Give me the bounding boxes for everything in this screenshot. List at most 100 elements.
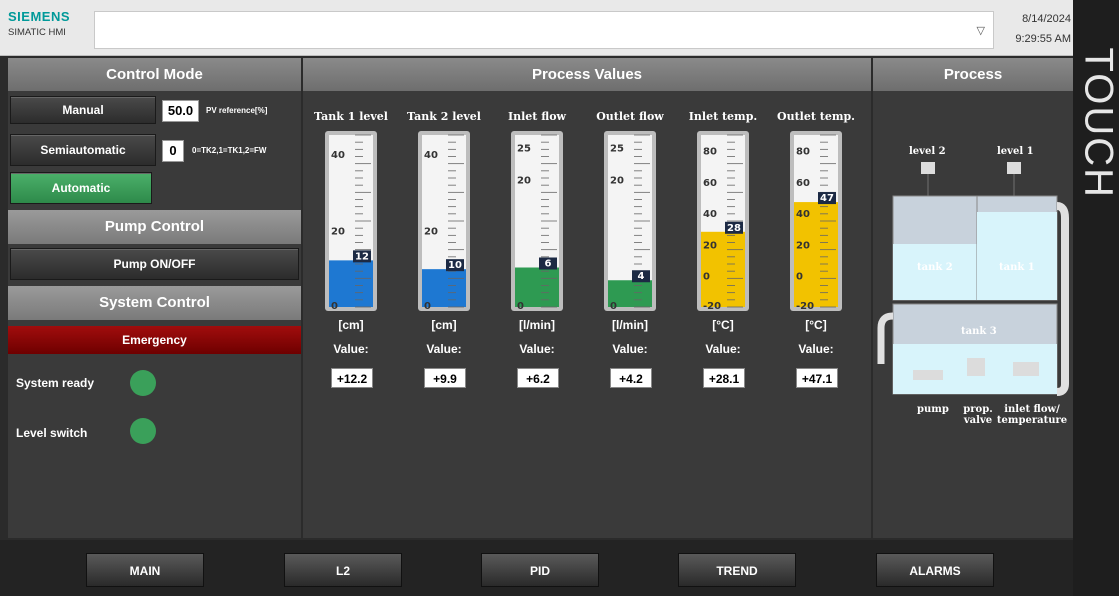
tick-label: 20 <box>610 176 624 187</box>
tank-2-label: tank 2 <box>917 262 953 273</box>
nav-trend-button[interactable]: TREND <box>678 553 796 587</box>
level-switch-indicator <box>130 418 156 444</box>
chevron-down-icon[interactable]: ▽ <box>977 24 985 37</box>
nav-main-button[interactable]: MAIN <box>86 553 204 587</box>
value-label: Value: <box>612 342 648 356</box>
gauge-unit: [l/min] <box>519 318 555 332</box>
inlet-flow-label: inlet flow/ temperature <box>996 404 1068 426</box>
process-values-panel: Process Values Tank 1 level 40 20 0 12 [cm] Va… <box>303 58 871 538</box>
value-label: Value: <box>519 342 555 356</box>
tick-label: 20 <box>703 240 717 251</box>
level-2-label: level 2 <box>909 146 946 157</box>
siemens-logo: SIEMENS <box>8 9 71 24</box>
tick-label: 0 <box>610 301 617 311</box>
pump-label: pump <box>917 404 949 415</box>
control-mode-title: Control Mode <box>8 58 301 91</box>
tick-label: 40 <box>703 209 717 220</box>
tick-label: 0 <box>796 272 803 283</box>
value-display: +4.2 <box>610 368 652 388</box>
touch-side-label: TOUCH <box>1073 0 1119 596</box>
value-display: +47.1 <box>796 368 838 388</box>
nav-alarms-button[interactable]: ALARMS <box>876 553 994 587</box>
gauge-bar: 80 60 40 20 0 -20 28 <box>697 131 749 311</box>
process-panel: Process level 2 level 1 tank 2 tank 1 ta… <box>873 58 1073 538</box>
tick-label: 40 <box>796 209 810 220</box>
tick-label: 40 <box>424 150 438 161</box>
value-label: Value: <box>426 342 462 356</box>
mode-input[interactable]: 0 <box>162 140 184 162</box>
tick-label: 60 <box>796 178 810 189</box>
gauge-4: Inlet temp. 80 60 40 20 0 -20 28 [°C] Value: +28.1 <box>683 98 763 458</box>
tick-label: 80 <box>796 147 810 158</box>
tick-label: 0 <box>331 301 338 311</box>
gauge-unit: [cm] <box>338 318 364 332</box>
gauge-unit: [°C] <box>712 318 734 332</box>
gauge-bar: 25 20 0 6 <box>511 131 563 311</box>
tick-label: 25 <box>517 144 531 155</box>
gauge-bar: 80 60 40 20 0 -20 47 <box>790 131 842 311</box>
pump-toggle-button[interactable]: Pump ON/OFF <box>10 248 299 280</box>
hmi-subtitle: SIMATIC HMI <box>8 27 66 38</box>
gauge-title: Inlet flow <box>507 110 567 123</box>
pump-icon <box>913 370 943 380</box>
value-display: +12.2 <box>331 368 373 388</box>
system-control-title: System Control <box>8 286 301 320</box>
tick-label: 20 <box>796 240 810 251</box>
tick-label: 20 <box>424 227 438 238</box>
gauge-5: Outlet temp. 80 60 40 20 0 -20 47 [°C] Value: +47.… <box>776 98 856 458</box>
tick-label: 20 <box>517 176 531 187</box>
gauge-unit: [l/min] <box>612 318 648 332</box>
nav-l2-button[interactable]: L2 <box>284 553 402 587</box>
level-switch-label: Level switch <box>16 426 88 440</box>
system-ready-indicator <box>130 370 156 396</box>
gauge-bar: 40 20 0 12 <box>325 131 377 311</box>
nav-pid-button[interactable]: PID <box>481 553 599 587</box>
marker-label: 10 <box>448 260 462 271</box>
tick-label: 40 <box>331 150 345 161</box>
marker-label: 4 <box>638 271 645 282</box>
system-ready-label: System ready <box>16 376 95 390</box>
process-values-title: Process Values <box>303 58 871 91</box>
alarm-dropdown[interactable]: ▽ <box>94 11 994 49</box>
tick-label: 20 <box>331 227 345 238</box>
control-panel: Control Mode Manual 50.0 PV reference[%]… <box>8 58 301 538</box>
semiautomatic-button[interactable]: Semiautomatic <box>10 134 156 166</box>
tick-label: 0 <box>424 301 431 311</box>
tick-label: 0 <box>703 272 710 283</box>
manual-button[interactable]: Manual <box>10 96 156 124</box>
value-label: Value: <box>705 342 741 356</box>
flow-sensor-icon <box>1013 362 1039 376</box>
process-title: Process <box>873 58 1073 91</box>
gauge-fill <box>329 260 373 307</box>
marker-label: 28 <box>727 223 741 234</box>
gauge-bar: 25 20 0 4 <box>604 131 656 311</box>
value-display: +6.2 <box>517 368 559 388</box>
tick-label: 0 <box>517 301 524 311</box>
prop-valve-label: prop. valve <box>963 404 993 426</box>
automatic-button[interactable]: Automatic <box>10 172 152 204</box>
gauge-3: Outlet flow 25 20 0 4 [l/min] Value: +4.2 <box>590 98 670 458</box>
date-display: 8/14/2024 <box>1022 13 1071 25</box>
level-2-sensor-icon <box>921 162 935 174</box>
level-1-label: level 1 <box>997 146 1034 157</box>
tank-3-label: tank 3 <box>961 326 997 337</box>
value-display: +28.1 <box>703 368 745 388</box>
marker-label: 47 <box>820 193 834 204</box>
mode-hint: 0=TK2,1=TK1,2=FW <box>192 146 267 155</box>
marker-label: 6 <box>545 259 552 270</box>
time-display: 9:29:55 AM <box>1015 33 1071 45</box>
pv-reference-input[interactable]: 50.0 <box>162 100 199 122</box>
gauge-title: Inlet temp. <box>688 110 758 123</box>
tick-label: 60 <box>703 178 717 189</box>
gauge-title: Tank 1 level <box>314 110 388 123</box>
bottom-navigation: MAIN L2 PID TREND ALARMS <box>0 540 1073 596</box>
gauge-0: Tank 1 level 40 20 0 12 [cm] Value: +12.2 <box>311 98 391 458</box>
prop-valve-icon <box>967 358 985 376</box>
gauge-title: Outlet flow <box>596 110 664 123</box>
marker-label: 12 <box>355 251 369 262</box>
gauge-title: Tank 2 level <box>407 110 481 123</box>
emergency-button[interactable]: Emergency <box>8 326 301 354</box>
value-label: Value: <box>798 342 834 356</box>
pv-reference-label: PV reference[%] <box>206 106 268 115</box>
tick-label: 25 <box>610 144 624 155</box>
